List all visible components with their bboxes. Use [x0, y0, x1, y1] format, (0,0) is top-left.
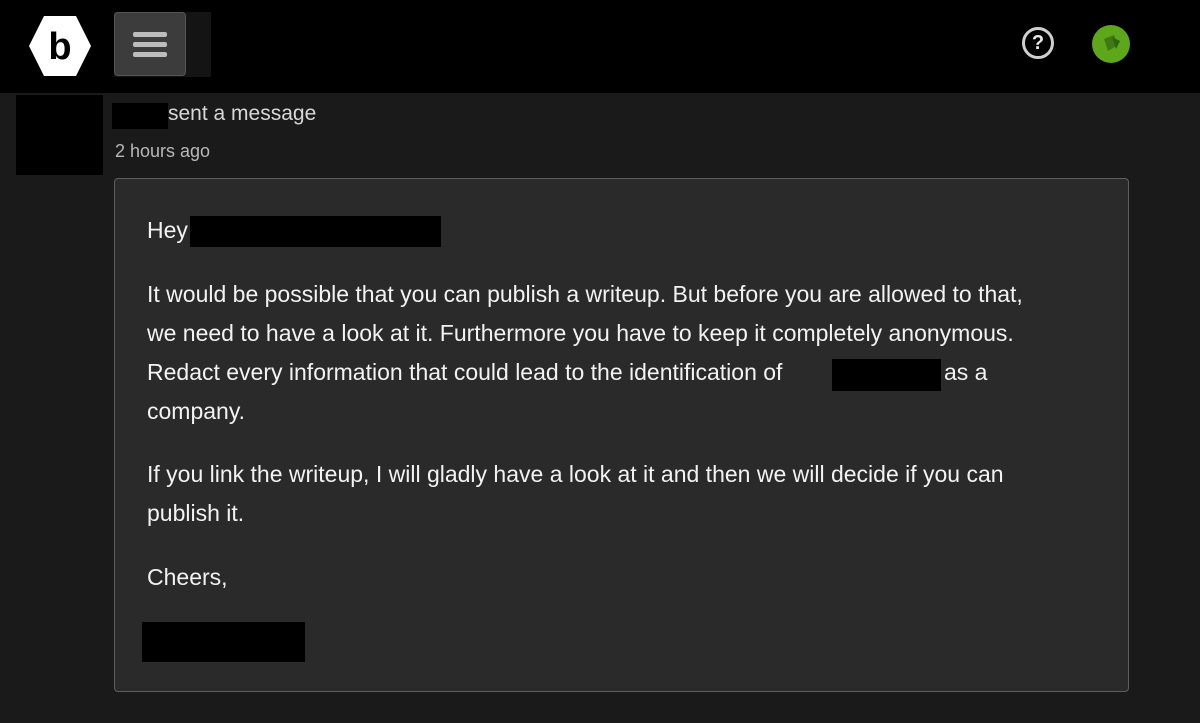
menu-icon-bar	[133, 41, 167, 47]
message-signoff: Cheers,	[147, 564, 228, 590]
logo-icon[interactable]: b	[28, 14, 92, 78]
menu-button[interactable]	[114, 12, 186, 76]
signature-redacted	[142, 622, 305, 662]
user-avatar[interactable]	[1092, 25, 1130, 63]
message-line: company.	[147, 398, 246, 424]
help-icon[interactable]: ?	[1022, 27, 1054, 59]
message-line: as a	[944, 359, 988, 385]
message-line: It would be possible that you can publis…	[147, 281, 1023, 307]
top-bar: b ?	[0, 0, 1200, 93]
avatar-graphic	[1104, 35, 1120, 51]
notification-action-text: sent a message	[168, 102, 317, 125]
message-line: Redact every information that could lead…	[147, 359, 783, 385]
message-line: we need to have a look at it. Furthermor…	[147, 320, 1014, 346]
recipient-name-redacted	[190, 216, 441, 247]
menu-icon-bar	[133, 51, 167, 57]
timestamp: 2 hours ago	[115, 141, 211, 161]
sender-avatar-redacted	[16, 95, 103, 175]
message-body: Hey It would be possible that you can pu…	[114, 178, 1129, 692]
message-line: publish it.	[147, 500, 245, 526]
sender-name-redacted[interactable]	[112, 103, 168, 129]
message-line: If you link the writeup, I will gladly h…	[147, 461, 1004, 487]
menu-container	[114, 12, 211, 77]
logo-letter: b	[48, 26, 71, 68]
company-name-redacted	[832, 359, 941, 391]
message-greeting: Hey	[147, 217, 188, 243]
menu-icon-bar	[133, 31, 167, 37]
